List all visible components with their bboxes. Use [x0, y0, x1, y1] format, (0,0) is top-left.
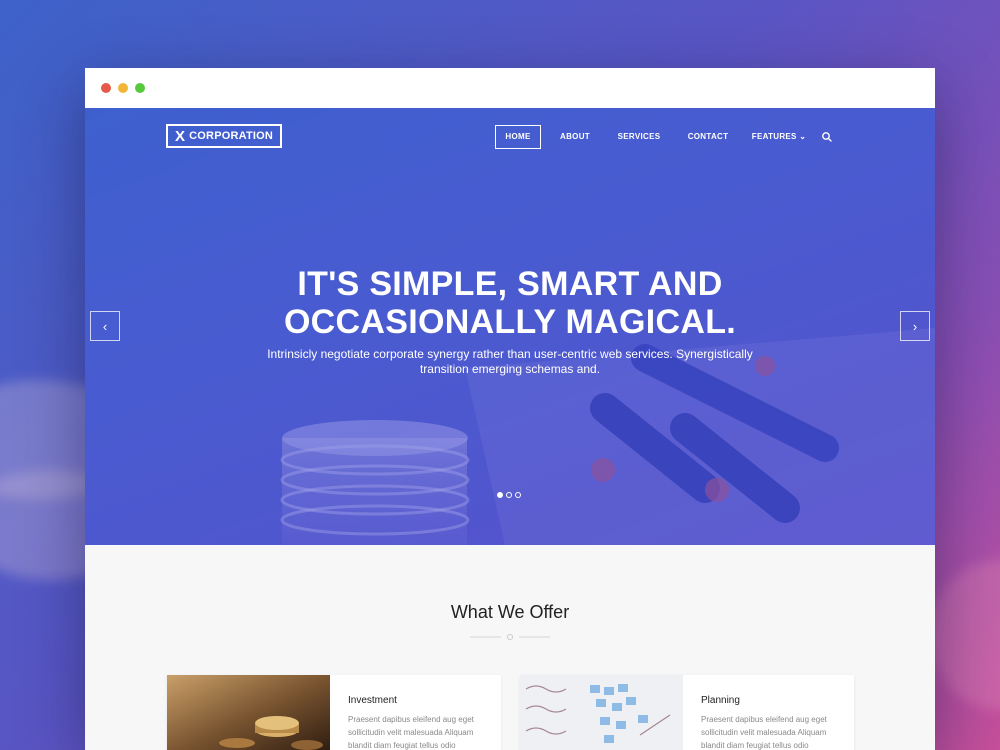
slider-indicators: [497, 492, 521, 498]
card-title: Investment: [348, 695, 397, 706]
offer-card-investment[interactable]: Investment Praesent dapibus eleifend aug…: [167, 675, 501, 750]
hero-slider: X CORPORATION HOME ABOUT SERVICES CONTAC…: [85, 108, 935, 545]
background-coin-right: [930, 560, 1000, 710]
slider-prev-button[interactable]: ‹: [90, 311, 120, 341]
logo-text: CORPORATION: [189, 130, 274, 142]
card-text: Praesent dapibus eleifend aug eget solli…: [701, 715, 827, 750]
nav-item-features[interactable]: FEATURES ⌄: [751, 125, 807, 149]
nav-item-features-label: FEATURES: [751, 132, 797, 141]
nav-item-services[interactable]: SERVICES: [613, 125, 665, 149]
what-we-offer-section: What We Offer Investment Praesent dapibu…: [85, 545, 935, 750]
browser-window: X CORPORATION HOME ABOUT SERVICES CONTAC…: [85, 68, 935, 750]
window-close-dot[interactable]: [101, 83, 111, 93]
chevron-left-icon: ‹: [102, 318, 108, 334]
slider-indicator-3[interactable]: [515, 492, 521, 498]
card-text: Praesent dapibus eleifend aug eget solli…: [348, 715, 474, 750]
logo-x-icon: X: [174, 127, 186, 145]
chevron-down-icon: ⌄: [799, 132, 807, 141]
offer-card-planning[interactable]: Planning Praesent dapibus eleifend aug e…: [520, 675, 854, 750]
brand-logo[interactable]: X CORPORATION: [166, 124, 282, 148]
investment-image: [167, 675, 330, 750]
search-icon[interactable]: [821, 131, 833, 143]
hero-headline-line2: OCCASIONALLY MAGICAL.: [283, 303, 737, 341]
planning-image: [520, 675, 683, 750]
section-divider: [470, 634, 550, 640]
nav-item-about[interactable]: ABOUT: [553, 125, 597, 149]
browser-titlebar: [85, 68, 935, 108]
slider-indicator-2[interactable]: [506, 492, 512, 498]
hero-subtext-line2: transition emerging schemas and.: [419, 362, 601, 376]
hero-subtext-line1: Intrinsicly negotiate corporate synergy …: [267, 347, 753, 361]
slider-indicator-1[interactable]: [497, 492, 503, 498]
nav-item-home[interactable]: HOME: [495, 125, 541, 149]
hero-headline-line1: IT'S SIMPLE, SMART AND: [297, 265, 723, 303]
hero-subtext: Intrinsicly negotiate corporate synergy …: [260, 347, 760, 377]
nav-item-contact[interactable]: CONTACT: [683, 125, 733, 149]
slider-next-button[interactable]: ›: [900, 311, 930, 341]
hero-headline: IT'S SIMPLE, SMART AND OCCASIONALLY MAGI…: [85, 265, 935, 341]
card-title: Planning: [701, 695, 740, 706]
section-title: What We Offer: [450, 602, 570, 622]
window-maximize-dot[interactable]: [135, 83, 145, 93]
chevron-right-icon: ›: [912, 318, 918, 334]
window-minimize-dot[interactable]: [118, 83, 128, 93]
